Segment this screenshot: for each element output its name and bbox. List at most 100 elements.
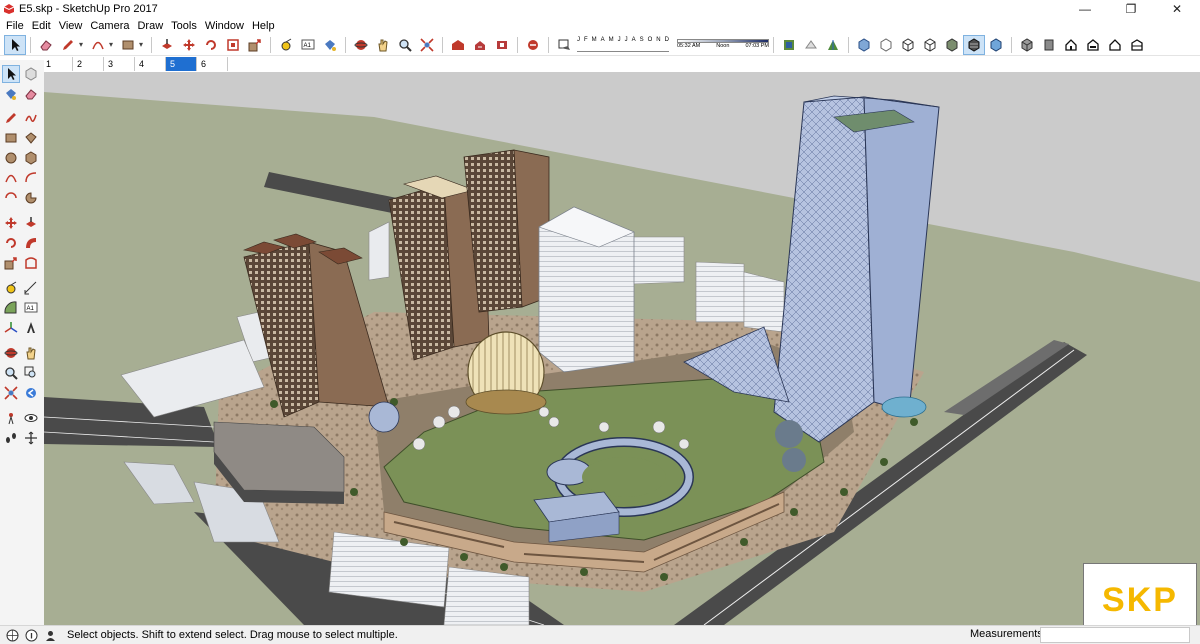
paint-bucket-tool-button[interactable] [319,35,341,55]
select-tool-button[interactable] [2,65,20,83]
rectangle-tool-button[interactable] [2,129,20,147]
left-view-button[interactable] [1126,35,1148,55]
tape-measure-button[interactable] [2,279,20,297]
freehand-tool-button[interactable] [22,109,40,127]
previous-view-button[interactable] [22,384,40,402]
arc-dropdown-arrow[interactable]: ▾ [109,40,117,49]
make-component-button[interactable] [22,65,40,83]
pie-tool-button[interactable] [22,189,40,207]
menu-tools[interactable]: Tools [167,18,201,34]
line-tool-button[interactable] [2,109,20,127]
extension-warehouse-button[interactable] [491,35,513,55]
menu-camera[interactable]: Camera [86,18,133,34]
pan-tool-button[interactable] [372,35,394,55]
scene-tab-5[interactable]: 5 [166,57,197,71]
menu-help[interactable]: Help [248,18,279,34]
move-tool-button[interactable] [2,214,20,232]
pencil-tool-button[interactable] [57,35,79,55]
right-view-button[interactable] [1082,35,1104,55]
push-pull-tool-button[interactable] [22,214,40,232]
eraser-button[interactable] [22,85,40,103]
protractor-tool-button[interactable] [2,299,20,317]
close-button[interactable]: ✕ [1154,0,1200,18]
3d-warehouse-button[interactable] [447,35,469,55]
text-tool-button[interactable]: A1 [297,35,319,55]
wireframe-style-button[interactable] [897,35,919,55]
xray-style-button[interactable] [853,35,875,55]
scene-tab-3[interactable]: 3 [104,57,135,71]
section-plane-button[interactable] [22,429,40,447]
menu-draw[interactable]: Draw [133,18,167,34]
geo-location-icon[interactable] [6,629,19,642]
front-view-button[interactable] [1060,35,1082,55]
rectangle-tool-button[interactable] [117,35,139,55]
shadow-time-slider[interactable]: 05:32 AM Noon 07:03 PM [677,39,769,50]
pan-tool-button[interactable] [22,344,40,362]
select-tool-button[interactable] [4,34,26,55]
zoom-tool-button[interactable] [394,35,416,55]
text-tool-button[interactable]: A1 [22,299,40,317]
tape-measure-tool-button[interactable] [275,35,297,55]
minimize-button[interactable]: — [1062,0,1108,18]
offset-tool-button[interactable] [22,254,40,272]
zoom-window-button[interactable] [22,364,40,382]
offset-tool-button[interactable] [222,35,244,55]
scale-tool-button[interactable] [2,254,20,272]
push-pull-tool-button[interactable] [156,35,178,55]
rotated-rectangle-button[interactable] [22,129,40,147]
rotate-tool-button[interactable] [200,35,222,55]
credits-icon[interactable] [25,629,38,642]
scale-tool-button[interactable] [244,35,266,55]
share-model-button[interactable] [469,35,491,55]
pencil-dropdown-arrow[interactable]: ▾ [79,40,87,49]
dimension-tool-button[interactable] [22,279,40,297]
move-tool-button[interactable] [178,35,200,55]
shaded-style-button[interactable] [941,35,963,55]
polygon-tool-button[interactable] [22,149,40,167]
menu-edit[interactable]: Edit [28,18,55,34]
3d-text-tool-button[interactable] [22,319,40,337]
rotate-tool-button[interactable] [2,234,20,252]
hidden-line-style-button[interactable] [919,35,941,55]
maximize-button[interactable]: ❐ [1108,0,1154,18]
extension-manager-button[interactable] [522,35,544,55]
user-account-icon[interactable] [44,629,57,642]
shaded-textures-style-button[interactable] [963,34,985,55]
zoom-tool-button[interactable] [2,364,20,382]
zoom-extents-button[interactable] [416,35,438,55]
top-view-button[interactable] [1038,35,1060,55]
shadow-date-slider[interactable]: J F M A M J J A S O N D [577,37,669,52]
circle-tool-button[interactable] [2,149,20,167]
scene-tab-2[interactable]: 2 [73,57,104,71]
follow-me-tool-button[interactable] [22,234,40,252]
two-point-arc-button[interactable] [22,169,40,187]
month-slider-track[interactable] [577,44,669,52]
arc-tool-button[interactable] [87,35,109,55]
measurements-field[interactable] [1040,627,1190,643]
walk-tool-button[interactable] [2,429,20,447]
menu-file[interactable]: File [2,18,28,34]
eraser-tool-button[interactable] [35,35,57,55]
axes-tool-button[interactable] [2,319,20,337]
model-viewport[interactable] [44,72,1200,625]
orbit-tool-button[interactable] [2,344,20,362]
scene-tab-1[interactable]: 1 [42,57,73,71]
menu-view[interactable]: View [55,18,87,34]
orbit-tool-button[interactable] [350,35,372,55]
section-plane-button[interactable] [778,35,800,55]
display-section-cuts-button[interactable] [822,35,844,55]
rectangle-dropdown-arrow[interactable]: ▾ [139,40,147,49]
three-point-arc-button[interactable] [2,189,20,207]
position-camera-button[interactable] [2,409,20,427]
scene-tab-6[interactable]: 6 [197,57,228,71]
back-view-button[interactable] [1104,35,1126,55]
menu-window[interactable]: Window [201,18,248,34]
arc-tool-button[interactable] [2,169,20,187]
look-around-button[interactable] [22,409,40,427]
paint-bucket-button[interactable] [2,85,20,103]
zoom-extents-button[interactable] [2,384,20,402]
shadows-toggle-button[interactable] [553,35,575,55]
back-edges-style-button[interactable] [875,35,897,55]
monochrome-style-button[interactable] [985,35,1007,55]
scene-tab-4[interactable]: 4 [135,57,166,71]
